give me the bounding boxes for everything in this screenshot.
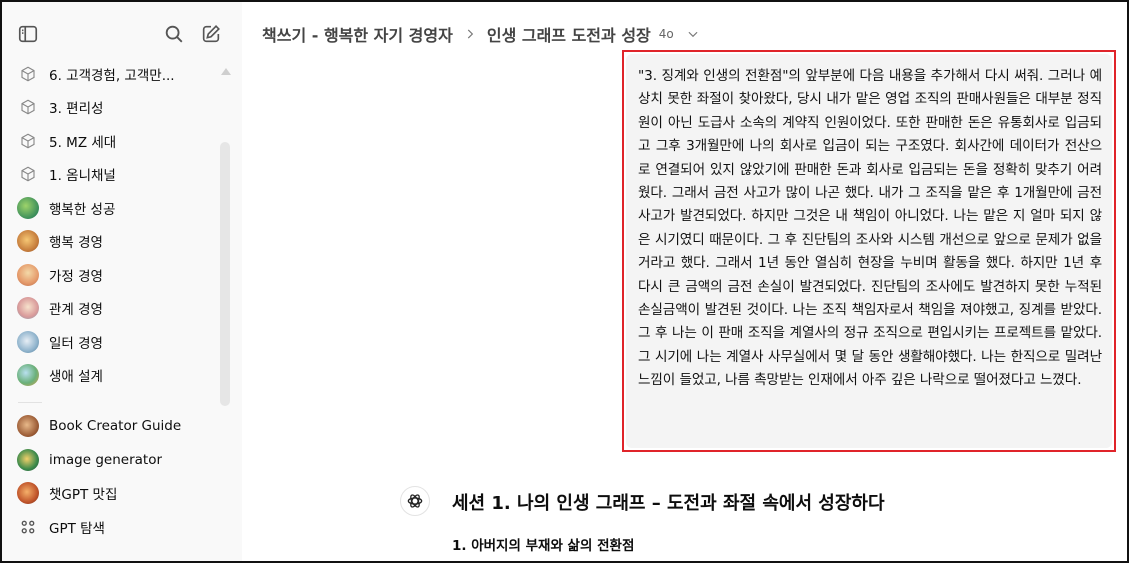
sidebar-toggle-icon bbox=[18, 25, 38, 43]
sidebar-item-happy-management[interactable]: 행복 경영 bbox=[10, 225, 220, 257]
breadcrumb: 책쓰기 - 행복한 자기 경영자 인생 그래프 도전과 성장 4o bbox=[262, 20, 700, 48]
sidebar-gpt-chatgpt-matjip[interactable]: 챗GPT 맛집 bbox=[10, 477, 220, 509]
sidebar-item-label: 관계 경영 bbox=[49, 302, 103, 318]
gpt-avatar bbox=[17, 415, 39, 437]
scroll-up-icon[interactable] bbox=[221, 68, 231, 75]
openai-logo-icon bbox=[400, 486, 430, 516]
cube-icon bbox=[17, 163, 39, 185]
new-chat-button[interactable] bbox=[197, 20, 225, 48]
sidebar-gpt-book-creator[interactable]: Book Creator Guide bbox=[10, 410, 220, 442]
gpt-avatar bbox=[17, 364, 39, 386]
sidebar-item-life-design[interactable]: 생애 설계 bbox=[10, 359, 220, 391]
search-icon bbox=[165, 25, 183, 43]
sidebar-item-label: 6. 고객경험, 고객만... bbox=[49, 68, 175, 84]
cube-icon bbox=[17, 96, 39, 118]
gpt-avatar bbox=[17, 197, 39, 219]
gpt-avatar bbox=[17, 230, 39, 252]
sidebar-item-relationship-management[interactable]: 관계 경영 bbox=[10, 292, 220, 324]
sidebar-item-label: 행복 경영 bbox=[49, 235, 103, 251]
sidebar-item-label: 행복한 성공 bbox=[49, 202, 116, 218]
sidebar-item-label: 일터 경영 bbox=[49, 336, 103, 352]
gpt-avatar bbox=[17, 482, 39, 504]
gpt-avatar bbox=[17, 331, 39, 353]
sidebar-item-mz-generation[interactable]: 5. MZ 세대 bbox=[10, 125, 220, 157]
response-subheading: 1. 아버지의 부재와 삶의 전환점 bbox=[452, 538, 635, 554]
sidebar-gpt-image-generator[interactable]: image generator bbox=[10, 444, 220, 476]
edit-icon bbox=[202, 25, 220, 43]
chevron-down-icon[interactable] bbox=[686, 27, 700, 41]
sidebar-item-omnichannel[interactable]: 1. 옴니채널 bbox=[10, 158, 220, 190]
sidebar-item-label: 1. 옴니채널 bbox=[49, 168, 116, 184]
sidebar-item-label: 3. 편리성 bbox=[49, 101, 104, 117]
grid-icon bbox=[17, 516, 39, 538]
sidebar-item-happy-success[interactable]: 행복한 성공 bbox=[10, 192, 220, 224]
sidebar-item-label: 생애 설계 bbox=[49, 369, 103, 385]
sidebar-divider bbox=[18, 402, 42, 403]
cube-icon bbox=[17, 63, 39, 85]
sidebar-item-label: 5. MZ 세대 bbox=[49, 135, 117, 151]
sidebar-item-label: Book Creator Guide bbox=[49, 418, 182, 434]
gpt-avatar bbox=[17, 449, 39, 471]
sidebar: 6. 고객경험, 고객만... 3. 편리성 5. MZ 세대 1. 옴니채널 bbox=[2, 2, 242, 561]
sidebar-item-label: image generator bbox=[49, 452, 163, 468]
user-message-highlight: "3. 징계와 인생의 전환점"의 앞부분에 다음 내용을 추가해서 다시 써줘… bbox=[622, 50, 1116, 452]
toggle-sidebar-button[interactable] bbox=[14, 20, 42, 48]
sidebar-item-label: 챗GPT 맛집 bbox=[49, 487, 118, 503]
sidebar-item-family-management[interactable]: 가정 경영 bbox=[10, 259, 220, 291]
gpt-avatar bbox=[17, 264, 39, 286]
sidebar-explore-gpts[interactable]: GPT 탐색 bbox=[10, 511, 220, 543]
chat-main: 책쓰기 - 행복한 자기 경영자 인생 그래프 도전과 성장 4o "3. 징계… bbox=[242, 2, 1127, 561]
response-heading: 세션 1. 나의 인생 그래프 – 도전과 좌절 속에서 성장하다 bbox=[452, 493, 885, 514]
breadcrumb-chat-title[interactable]: 인생 그래프 도전과 성장 bbox=[487, 22, 651, 46]
sidebar-item-customer-experience[interactable]: 6. 고객경험, 고객만... bbox=[10, 58, 220, 90]
chevron-right-icon bbox=[463, 27, 477, 41]
sidebar-item-label: 가정 경영 bbox=[49, 269, 103, 285]
sidebar-scrollbar[interactable] bbox=[218, 64, 232, 406]
breadcrumb-project[interactable]: 책쓰기 - 행복한 자기 경영자 bbox=[262, 22, 453, 46]
model-label[interactable]: 4o bbox=[659, 27, 674, 41]
cube-icon bbox=[17, 130, 39, 152]
app-window: 6. 고객경험, 고객만... 3. 편리성 5. MZ 세대 1. 옴니채널 bbox=[0, 0, 1129, 563]
sidebar-toolbar bbox=[2, 2, 242, 64]
search-button[interactable] bbox=[160, 20, 188, 48]
scroll-thumb[interactable] bbox=[220, 142, 230, 406]
user-message-text: "3. 징계와 인생의 전환점"의 앞부분에 다음 내용을 추가해서 다시 써줘… bbox=[638, 68, 1102, 389]
gpt-avatar bbox=[17, 297, 39, 319]
sidebar-item-work-management[interactable]: 일터 경영 bbox=[10, 326, 220, 358]
sidebar-item-label: GPT 탐색 bbox=[49, 521, 105, 537]
sidebar-item-convenience[interactable]: 3. 편리성 bbox=[10, 91, 220, 123]
user-message-bubble: "3. 징계와 인생의 전환점"의 앞부분에 다음 내용을 추가해서 다시 써줘… bbox=[626, 54, 1112, 448]
